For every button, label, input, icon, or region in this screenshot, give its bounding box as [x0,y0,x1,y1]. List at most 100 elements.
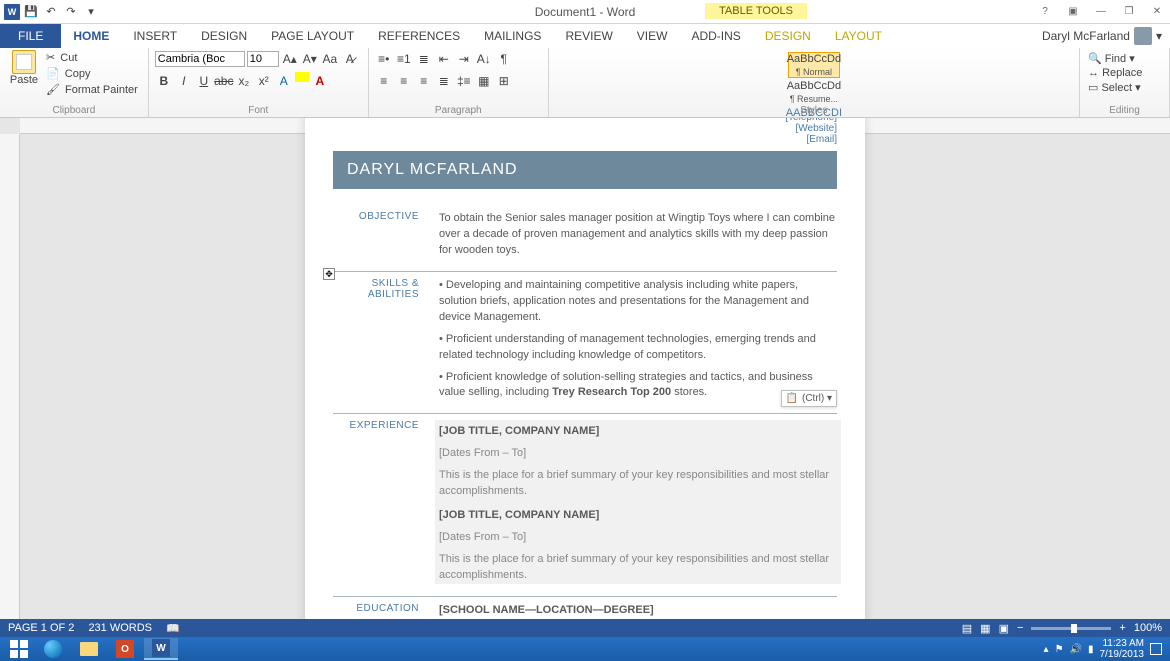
tab-review[interactable]: REVIEW [553,25,624,47]
user-badge[interactable]: Daryl McFarland ▾ [1034,23,1170,49]
section-body-skills[interactable]: • Developing and maintaining competitive… [433,271,837,414]
zoom-out-icon[interactable]: − [1017,622,1023,634]
title-bar: W 💾 ↶ ↷ ▾ Document1 - Word TABLE TOOLS ?… [0,0,1170,24]
cut-button[interactable]: ✂ Cut [44,50,142,65]
table-move-handle-icon[interactable]: ✥ [323,268,335,280]
tab-design[interactable]: DESIGN [189,25,259,47]
find-button[interactable]: 🔍 Find ▾ [1088,52,1161,65]
paste-options-popup[interactable]: 📋 (Ctrl) ▾ [781,390,837,407]
tab-file[interactable]: FILE [0,24,61,48]
section-body-experience[interactable]: 📋 (Ctrl) ▾ [JOB TITLE, COMPANY NAME] [Da… [433,414,837,597]
tab-references[interactable]: REFERENCES [366,25,472,47]
clock[interactable]: 11:23 AM 7/19/2013 [1100,638,1145,660]
grow-font-icon[interactable]: A▴ [281,50,299,68]
help-icon[interactable]: ? [1032,2,1058,22]
underline-icon[interactable]: U [195,72,213,90]
select-button[interactable]: ▭ Select ▾ [1088,81,1161,94]
superscript-icon[interactable]: x² [255,72,273,90]
multilevel-icon[interactable]: ≣ [415,50,433,68]
clear-format-icon[interactable]: A̷ [341,50,359,68]
borders-icon[interactable]: ⊞ [495,72,513,90]
strike-icon[interactable]: abc [215,72,233,90]
zoom-in-icon[interactable]: + [1119,622,1125,634]
vertical-ruler[interactable] [0,134,20,619]
section-label-experience: EXPERIENCE [333,414,433,597]
start-button[interactable] [4,638,34,660]
word-app-icon[interactable]: W [4,4,20,20]
sort-icon[interactable]: A↓ [475,50,493,68]
font-color-icon[interactable]: A [311,72,329,90]
group-editing: 🔍 Find ▾ ↔ Replace ▭ Select ▾ Editing [1080,48,1170,117]
resume-name-band[interactable]: DARYL MCFARLAND [333,151,837,189]
tray-up-icon[interactable]: ▴ [1044,644,1049,655]
spellcheck-icon[interactable]: 📖 [166,622,180,635]
document-page[interactable]: [Telephone] [Website] [Email] ✥ DARYL MC… [305,118,865,619]
style-resume[interactable]: AaBbCcDd¶ Resume... [788,79,840,105]
highlight-icon[interactable] [295,72,309,82]
tab-table-layout[interactable]: LAYOUT [823,25,894,47]
bullets-icon[interactable]: ≡• [375,50,393,68]
qat-customize-icon[interactable]: ▾ [82,3,100,21]
align-left-icon[interactable]: ≡ [375,72,393,90]
minimize-icon[interactable]: — [1088,2,1114,22]
word-count[interactable]: 231 WORDS [88,622,152,634]
justify-icon[interactable]: ≣ [435,72,453,90]
bold-icon[interactable]: B [155,72,173,90]
print-layout-icon[interactable]: ▦ [980,622,990,635]
tab-addins[interactable]: ADD-INS [679,25,752,47]
taskbar-explorer[interactable] [72,638,106,660]
shading-icon[interactable]: ▦ [475,72,493,90]
format-painter-button[interactable]: 🖌 Format Painter [44,82,142,97]
text-effects-icon[interactable]: A [275,72,293,90]
tab-mailings[interactable]: MAILINGS [472,25,553,47]
shrink-font-icon[interactable]: A▾ [301,50,319,68]
network-icon[interactable]: ▮ [1088,644,1094,655]
zoom-slider[interactable] [1031,627,1111,630]
group-clipboard: Paste ✂ Cut 📄 Copy 🖌 Format Painter Clip… [0,48,149,117]
align-right-icon[interactable]: ≡ [415,72,433,90]
resume-table[interactable]: OBJECTIVE To obtain the Senior sales man… [333,205,837,619]
change-case-icon[interactable]: Aa [321,50,339,68]
section-body-education[interactable]: [SCHOOL NAME—LOCATION—DEGREE] You might … [433,596,837,619]
read-mode-icon[interactable]: ▤ [962,622,972,635]
style-normal[interactable]: AaBbCcDd¶ Normal [788,52,840,78]
italic-icon[interactable]: I [175,72,193,90]
taskbar-outlook[interactable]: O [108,638,142,660]
redo-icon[interactable]: ↷ [62,3,80,21]
subscript-icon[interactable]: x₂ [235,72,253,90]
line-spacing-icon[interactable]: ‡≡ [455,72,473,90]
taskbar-word[interactable]: W [144,638,178,660]
font-size-input[interactable] [247,51,279,67]
increase-indent-icon[interactable]: ⇥ [455,50,473,68]
tab-table-design[interactable]: DESIGN [753,25,823,47]
ribbon-collapse-icon[interactable]: ▣ [1060,2,1086,22]
numbering-icon[interactable]: ≡1 [395,50,413,68]
website-placeholder[interactable]: [Website] [333,123,837,134]
paste-button[interactable]: Paste [6,50,42,105]
volume-icon[interactable]: 🔊 [1070,644,1082,655]
show-marks-icon[interactable]: ¶ [495,50,513,68]
close-icon[interactable]: ✕ [1144,2,1170,22]
section-body-objective[interactable]: To obtain the Senior sales manager posit… [433,205,837,271]
zoom-level[interactable]: 100% [1134,622,1162,634]
align-center-icon[interactable]: ≡ [395,72,413,90]
show-desktop-button[interactable] [1150,643,1162,655]
page-indicator[interactable]: PAGE 1 OF 2 [8,622,74,634]
replace-button[interactable]: ↔ Replace [1088,67,1161,79]
tab-home[interactable]: HOME [61,25,121,47]
tab-view[interactable]: VIEW [625,25,680,47]
taskbar-ie[interactable] [36,638,70,660]
undo-icon[interactable]: ↶ [42,3,60,21]
web-layout-icon[interactable]: ▣ [999,622,1009,635]
email-placeholder[interactable]: [Email] [333,134,837,145]
paste-options-icon: 📋 [786,393,798,404]
tab-page-layout[interactable]: PAGE LAYOUT [259,25,366,47]
group-label: Editing [1080,105,1169,116]
action-center-icon[interactable]: ⚑ [1055,644,1064,655]
font-name-input[interactable] [155,51,245,67]
decrease-indent-icon[interactable]: ⇤ [435,50,453,68]
restore-icon[interactable]: ❐ [1116,2,1142,22]
save-icon[interactable]: 💾 [22,3,40,21]
tab-insert[interactable]: INSERT [121,25,189,47]
copy-button[interactable]: 📄 Copy [44,66,142,81]
